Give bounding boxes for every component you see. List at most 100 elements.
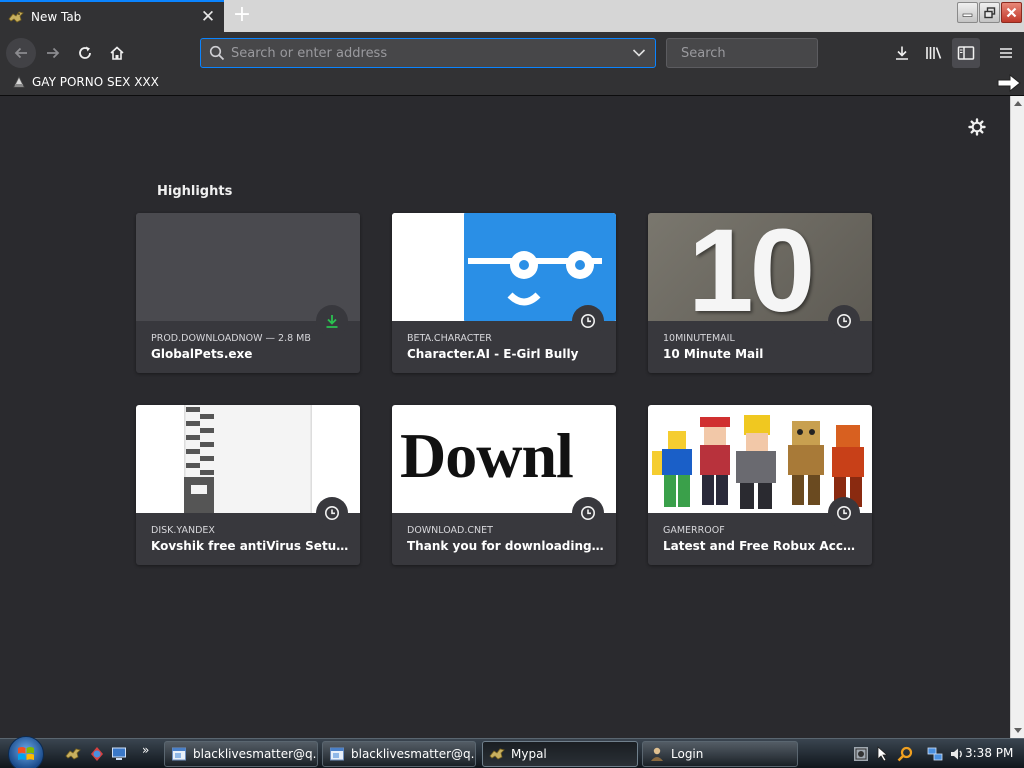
card-host: PROD.DOWNLOADNOW — 2.8 MB	[151, 333, 311, 344]
new-tab-page: Highlights PROD.DOWNLOADNOW — 2.8 MB Glo…	[0, 96, 1010, 738]
minimize-button[interactable]	[957, 2, 978, 23]
highlight-card[interactable]: 10 10MINUTEMAIL 10 Minute Mail	[648, 213, 872, 373]
show-desktop-icon	[112, 747, 126, 760]
taskbar-button[interactable]: blacklivesmatter@q...	[322, 741, 476, 767]
speaker-icon	[951, 748, 962, 760]
scroll-down-icon	[1014, 728, 1022, 733]
clock-icon	[837, 506, 851, 520]
card-title: Kovshik free antiVirus Setup (15...	[151, 539, 351, 553]
highlight-card[interactable]: PROD.DOWNLOADNOW — 2.8 MB GlobalPets.exe	[136, 213, 360, 373]
magnifier-icon	[897, 746, 913, 762]
download-icon	[896, 46, 908, 60]
tray-search-icon[interactable]	[896, 745, 914, 763]
tray-cursor-icon[interactable]	[874, 745, 892, 763]
taskbar-button-label: blacklivesmatter@q...	[193, 747, 318, 761]
highlight-card[interactable]: Downl DOWNLOAD.CNET Thank you for downlo…	[392, 405, 616, 565]
taskbar-button-label: blacklivesmatter@q...	[351, 747, 476, 761]
scroll-up-icon	[1014, 101, 1022, 106]
navigation-toolbar	[0, 32, 1024, 72]
clock-icon	[581, 314, 595, 328]
sidebar-icon	[957, 46, 975, 60]
card-title: Character.AI - E-Girl Bully	[407, 347, 579, 361]
restore-button[interactable]	[979, 2, 1000, 23]
taskbar-button[interactable]: blacklivesmatter@q...	[164, 741, 318, 767]
customize-button[interactable]	[966, 116, 988, 138]
reload-icon	[79, 46, 91, 59]
minimize-icon	[962, 13, 973, 17]
card-host: DISK.YANDEX	[151, 525, 215, 536]
tray-app-icon[interactable]	[852, 745, 870, 763]
quicklaunch-more-button[interactable]: »	[142, 743, 149, 757]
new-tab-button[interactable]: +	[230, 4, 254, 28]
windows-logo-icon	[18, 747, 34, 760]
search-bar[interactable]	[666, 38, 851, 68]
window-icon	[330, 747, 344, 761]
network-icon	[927, 747, 943, 761]
tab-close-icon[interactable]: ✕	[200, 7, 216, 27]
card-thumbnail-text: 10	[688, 213, 815, 321]
url-input[interactable]	[231, 45, 627, 61]
bookmarks-toolbar: GAY PORNO SEX XXX	[0, 72, 1024, 96]
close-window-button[interactable]	[1001, 2, 1022, 23]
cursor-icon	[877, 746, 889, 762]
downloads-button[interactable]	[888, 38, 916, 68]
mypal-icon	[65, 748, 81, 760]
bookmark-favicon-icon	[13, 76, 25, 88]
search-input[interactable]	[681, 45, 851, 61]
card-host: 10MINUTEMAIL	[663, 333, 735, 344]
scroll-down-button[interactable]	[1011, 724, 1024, 738]
card-host: DOWNLOAD.CNET	[407, 525, 493, 536]
card-host: GAMERROOF	[663, 525, 725, 536]
card-thumbnail-text: Downl	[400, 420, 574, 491]
clock-icon	[837, 314, 851, 328]
back-button[interactable]	[6, 38, 36, 68]
card-host: BETA.CHARACTER	[407, 333, 492, 344]
start-button[interactable]	[8, 736, 44, 768]
card-title: Latest and Free Robux Account ...	[663, 539, 863, 553]
quicklaunch-app[interactable]	[88, 745, 106, 763]
library-icon	[926, 47, 942, 59]
highlight-card[interactable]: BETA.CHARACTER Character.AI - E-Girl Bul…	[392, 213, 616, 373]
restore-icon	[983, 6, 995, 18]
quicklaunch-mypal[interactable]	[64, 745, 82, 763]
card-title: 10 Minute Mail	[663, 347, 764, 361]
tray-volume-icon[interactable]	[948, 745, 966, 763]
reload-button[interactable]	[70, 38, 100, 68]
taskbar-clock[interactable]: 3:38 PM	[965, 746, 1013, 760]
gear-icon	[968, 118, 986, 136]
forward-arrow-icon	[47, 47, 60, 59]
forward-button[interactable]	[38, 38, 68, 68]
tab-new-tab[interactable]: New Tab ✕	[0, 0, 224, 32]
clock-icon	[581, 506, 595, 520]
close-window-icon	[1006, 7, 1017, 18]
highlight-card[interactable]: DISK.YANDEX Kovshik free antiVirus Setup…	[136, 405, 360, 565]
taskbar-button[interactable]: Login	[642, 741, 798, 767]
back-arrow-icon	[14, 47, 27, 59]
bookmarks-overflow-button[interactable]	[996, 72, 1022, 94]
highlight-card[interactable]: GAMERROOF Latest and Free Robux Account …	[648, 405, 872, 565]
home-button[interactable]	[102, 38, 132, 68]
tab-strip: New Tab ✕ +	[0, 0, 1024, 32]
card-title: GlobalPets.exe	[151, 347, 253, 361]
scroll-up-button[interactable]	[1011, 96, 1024, 110]
card-title: Thank you for downloading Funn...	[407, 539, 607, 553]
taskbar-button-active[interactable]: Mypal	[482, 741, 638, 767]
url-bar[interactable]	[200, 38, 656, 68]
library-button[interactable]	[920, 38, 948, 68]
url-dropdown-button[interactable]	[627, 41, 651, 65]
user-icon	[651, 747, 663, 761]
window-icon	[172, 747, 186, 761]
taskbar-button-label: Mypal	[511, 747, 547, 761]
quicklaunch-desktop[interactable]	[110, 745, 128, 763]
tray-network-icon[interactable]	[926, 745, 944, 763]
sidebar-toggle-button[interactable]	[952, 38, 980, 68]
taskbar-button-label: Login	[671, 747, 704, 761]
taskbar: » blacklivesmatter@q... blacklivesmatter…	[0, 736, 1024, 768]
app-grid-icon	[854, 747, 868, 761]
download-icon	[326, 315, 338, 328]
arrow-right-icon	[997, 74, 1021, 92]
menu-button[interactable]	[992, 38, 1020, 68]
mypal-icon	[489, 748, 505, 760]
bookmark-item[interactable]: GAY PORNO SEX XXX	[12, 75, 159, 89]
vertical-scrollbar[interactable]	[1010, 96, 1024, 738]
